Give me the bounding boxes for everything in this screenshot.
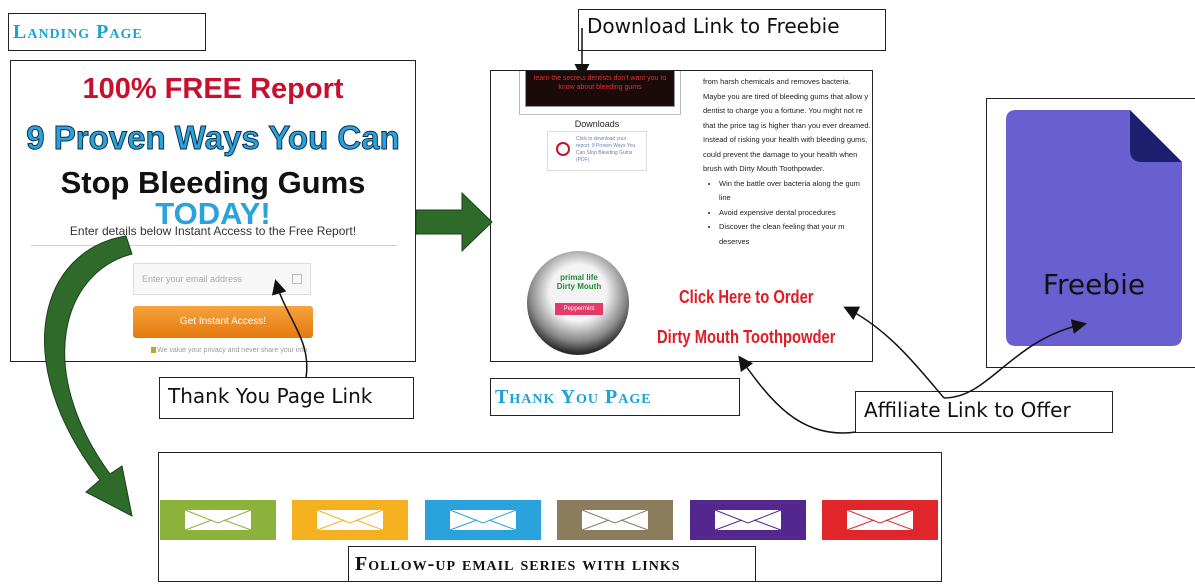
affiliate-pointer-freebie [943,319,1087,399]
curved-flow-arrow-icon [44,235,133,517]
affiliate-pointer-offer [843,306,945,399]
thank-you-link-pointer [271,279,308,379]
flow-arrow-icon [415,191,493,253]
connector-layer [44,28,1087,517]
affiliate-pointer-order [738,355,857,434]
